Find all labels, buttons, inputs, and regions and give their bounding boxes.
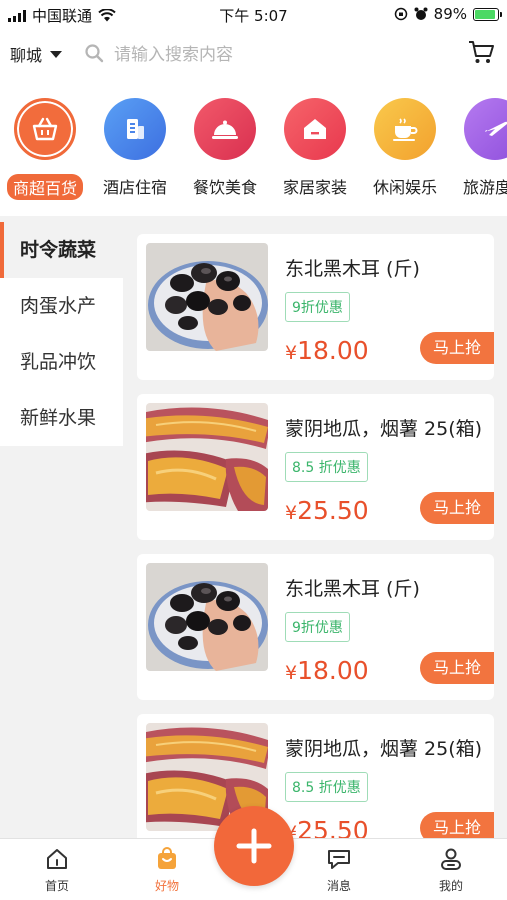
product-card[interactable]: 蒙阴地瓜，烟薯 25(箱) 8.5 折优惠 ¥25.50 马上抢 xyxy=(137,394,494,540)
product-price: ¥18.00 xyxy=(285,656,369,685)
tab-profile[interactable]: 我的 xyxy=(416,847,486,894)
category-label: 酒店住宿 xyxy=(102,178,167,197)
category-item-hotel[interactable]: 酒店住宿 xyxy=(90,98,180,198)
sidebar-item-seasonal-vegetables[interactable]: 时令蔬菜 xyxy=(0,222,123,278)
cart-icon[interactable] xyxy=(467,38,495,66)
alarm-icon xyxy=(414,7,428,20)
category-label: 餐饮美食 xyxy=(192,178,257,197)
coffee-cup-icon xyxy=(374,98,436,160)
tab-label: 首页 xyxy=(44,879,69,893)
price-value: 25.50 xyxy=(297,496,369,525)
city-label: 聊城 xyxy=(10,46,43,65)
category-item-supermarket[interactable]: 商超百货 xyxy=(0,98,90,200)
tab-label: 好物 xyxy=(154,879,179,893)
category-item-dining[interactable]: 餐饮美食 xyxy=(180,98,270,198)
shopping-bag-icon xyxy=(158,847,176,869)
buy-now-button[interactable]: 马上抢 xyxy=(420,652,494,684)
discount-badge: 9折优惠 xyxy=(285,292,350,322)
building-icon xyxy=(104,98,166,160)
message-icon xyxy=(328,850,350,869)
orientation-lock-icon xyxy=(394,7,407,21)
category-sidebar: 时令蔬菜 肉蛋水产 乳品冲饮 新鲜水果 xyxy=(0,222,123,446)
currency-symbol: ¥ xyxy=(285,342,298,364)
tab-label: 消息 xyxy=(326,879,351,893)
product-list: 东北黑木耳 (斤) 9折优惠 ¥18.00 马上抢 蒙阴地瓜，烟薯 25(箱) … xyxy=(137,234,494,874)
home-icon xyxy=(47,849,67,869)
price-value: 18.00 xyxy=(297,336,369,365)
buy-now-button[interactable]: 马上抢 xyxy=(420,492,494,524)
basket-icon xyxy=(14,98,76,160)
city-selector[interactable]: 聊城 xyxy=(10,42,63,66)
tab-goods[interactable]: 好物 xyxy=(132,847,202,894)
search-input[interactable]: 请输入搜索内容 xyxy=(84,40,233,65)
discount-badge: 9折优惠 xyxy=(285,612,350,642)
search-placeholder: 请输入搜索内容 xyxy=(114,45,233,65)
category-label: 商超百货 xyxy=(6,174,83,200)
status-right: 89% xyxy=(394,5,502,23)
tab-messages[interactable]: 消息 xyxy=(304,847,374,894)
category-label: 休闲娱乐 xyxy=(372,178,437,197)
product-price: ¥18.00 xyxy=(285,336,369,365)
airplane-icon xyxy=(464,98,507,160)
battery-icon xyxy=(473,7,502,21)
battery-percent: 89% xyxy=(433,5,467,23)
product-name: 东北黑木耳 (斤) xyxy=(285,258,420,280)
profile-icon xyxy=(441,848,461,870)
tab-home[interactable]: 首页 xyxy=(22,847,92,894)
category-item-home[interactable]: 家居家装 xyxy=(270,98,360,198)
discount-badge: 8.5 折优惠 xyxy=(285,452,368,482)
product-image-black-fungus xyxy=(146,243,268,351)
house-icon xyxy=(284,98,346,160)
product-name: 蒙阴地瓜，烟薯 25(箱) xyxy=(285,738,483,760)
product-card[interactable]: 东北黑木耳 (斤) 9折优惠 ¥18.00 马上抢 xyxy=(137,554,494,700)
sidebar-item-fresh-fruit[interactable]: 新鲜水果 xyxy=(0,390,123,446)
category-strip: 商超百货 酒店住宿 餐饮美食 家居家装 休闲娱乐 旅游度假 xyxy=(0,78,507,216)
search-header: 聊城 请输入搜索内容 xyxy=(0,28,507,78)
sidebar-item-dairy-drinks[interactable]: 乳品冲饮 xyxy=(0,334,123,390)
buy-now-button[interactable]: 马上抢 xyxy=(420,332,494,364)
product-image-sweet-potato xyxy=(146,403,268,511)
product-card[interactable]: 东北黑木耳 (斤) 9折优惠 ¥18.00 马上抢 xyxy=(137,234,494,380)
currency-symbol: ¥ xyxy=(285,502,298,524)
category-item-travel[interactable]: 旅游度假 xyxy=(450,98,507,198)
category-label: 家居家装 xyxy=(282,178,347,197)
discount-badge: 8.5 折优惠 xyxy=(285,772,368,802)
add-button[interactable] xyxy=(214,806,294,886)
plus-icon xyxy=(236,828,272,864)
price-value: 18.00 xyxy=(297,656,369,685)
tab-label: 我的 xyxy=(438,879,463,893)
product-price: ¥25.50 xyxy=(285,496,369,525)
caret-down-icon xyxy=(50,50,63,58)
food-cloche-icon xyxy=(194,98,256,160)
category-item-leisure[interactable]: 休闲娱乐 xyxy=(360,98,450,198)
currency-symbol: ¥ xyxy=(285,662,298,684)
category-label: 旅游度假 xyxy=(462,178,507,197)
product-name: 东北黑木耳 (斤) xyxy=(285,578,420,600)
sidebar-item-meat-eggs-seafood[interactable]: 肉蛋水产 xyxy=(0,278,123,334)
search-icon xyxy=(85,43,104,62)
status-bar: 中国联通 下午 5:07 89% xyxy=(0,0,507,28)
product-image-black-fungus xyxy=(146,563,268,671)
product-name: 蒙阴地瓜，烟薯 25(箱) xyxy=(285,418,483,440)
